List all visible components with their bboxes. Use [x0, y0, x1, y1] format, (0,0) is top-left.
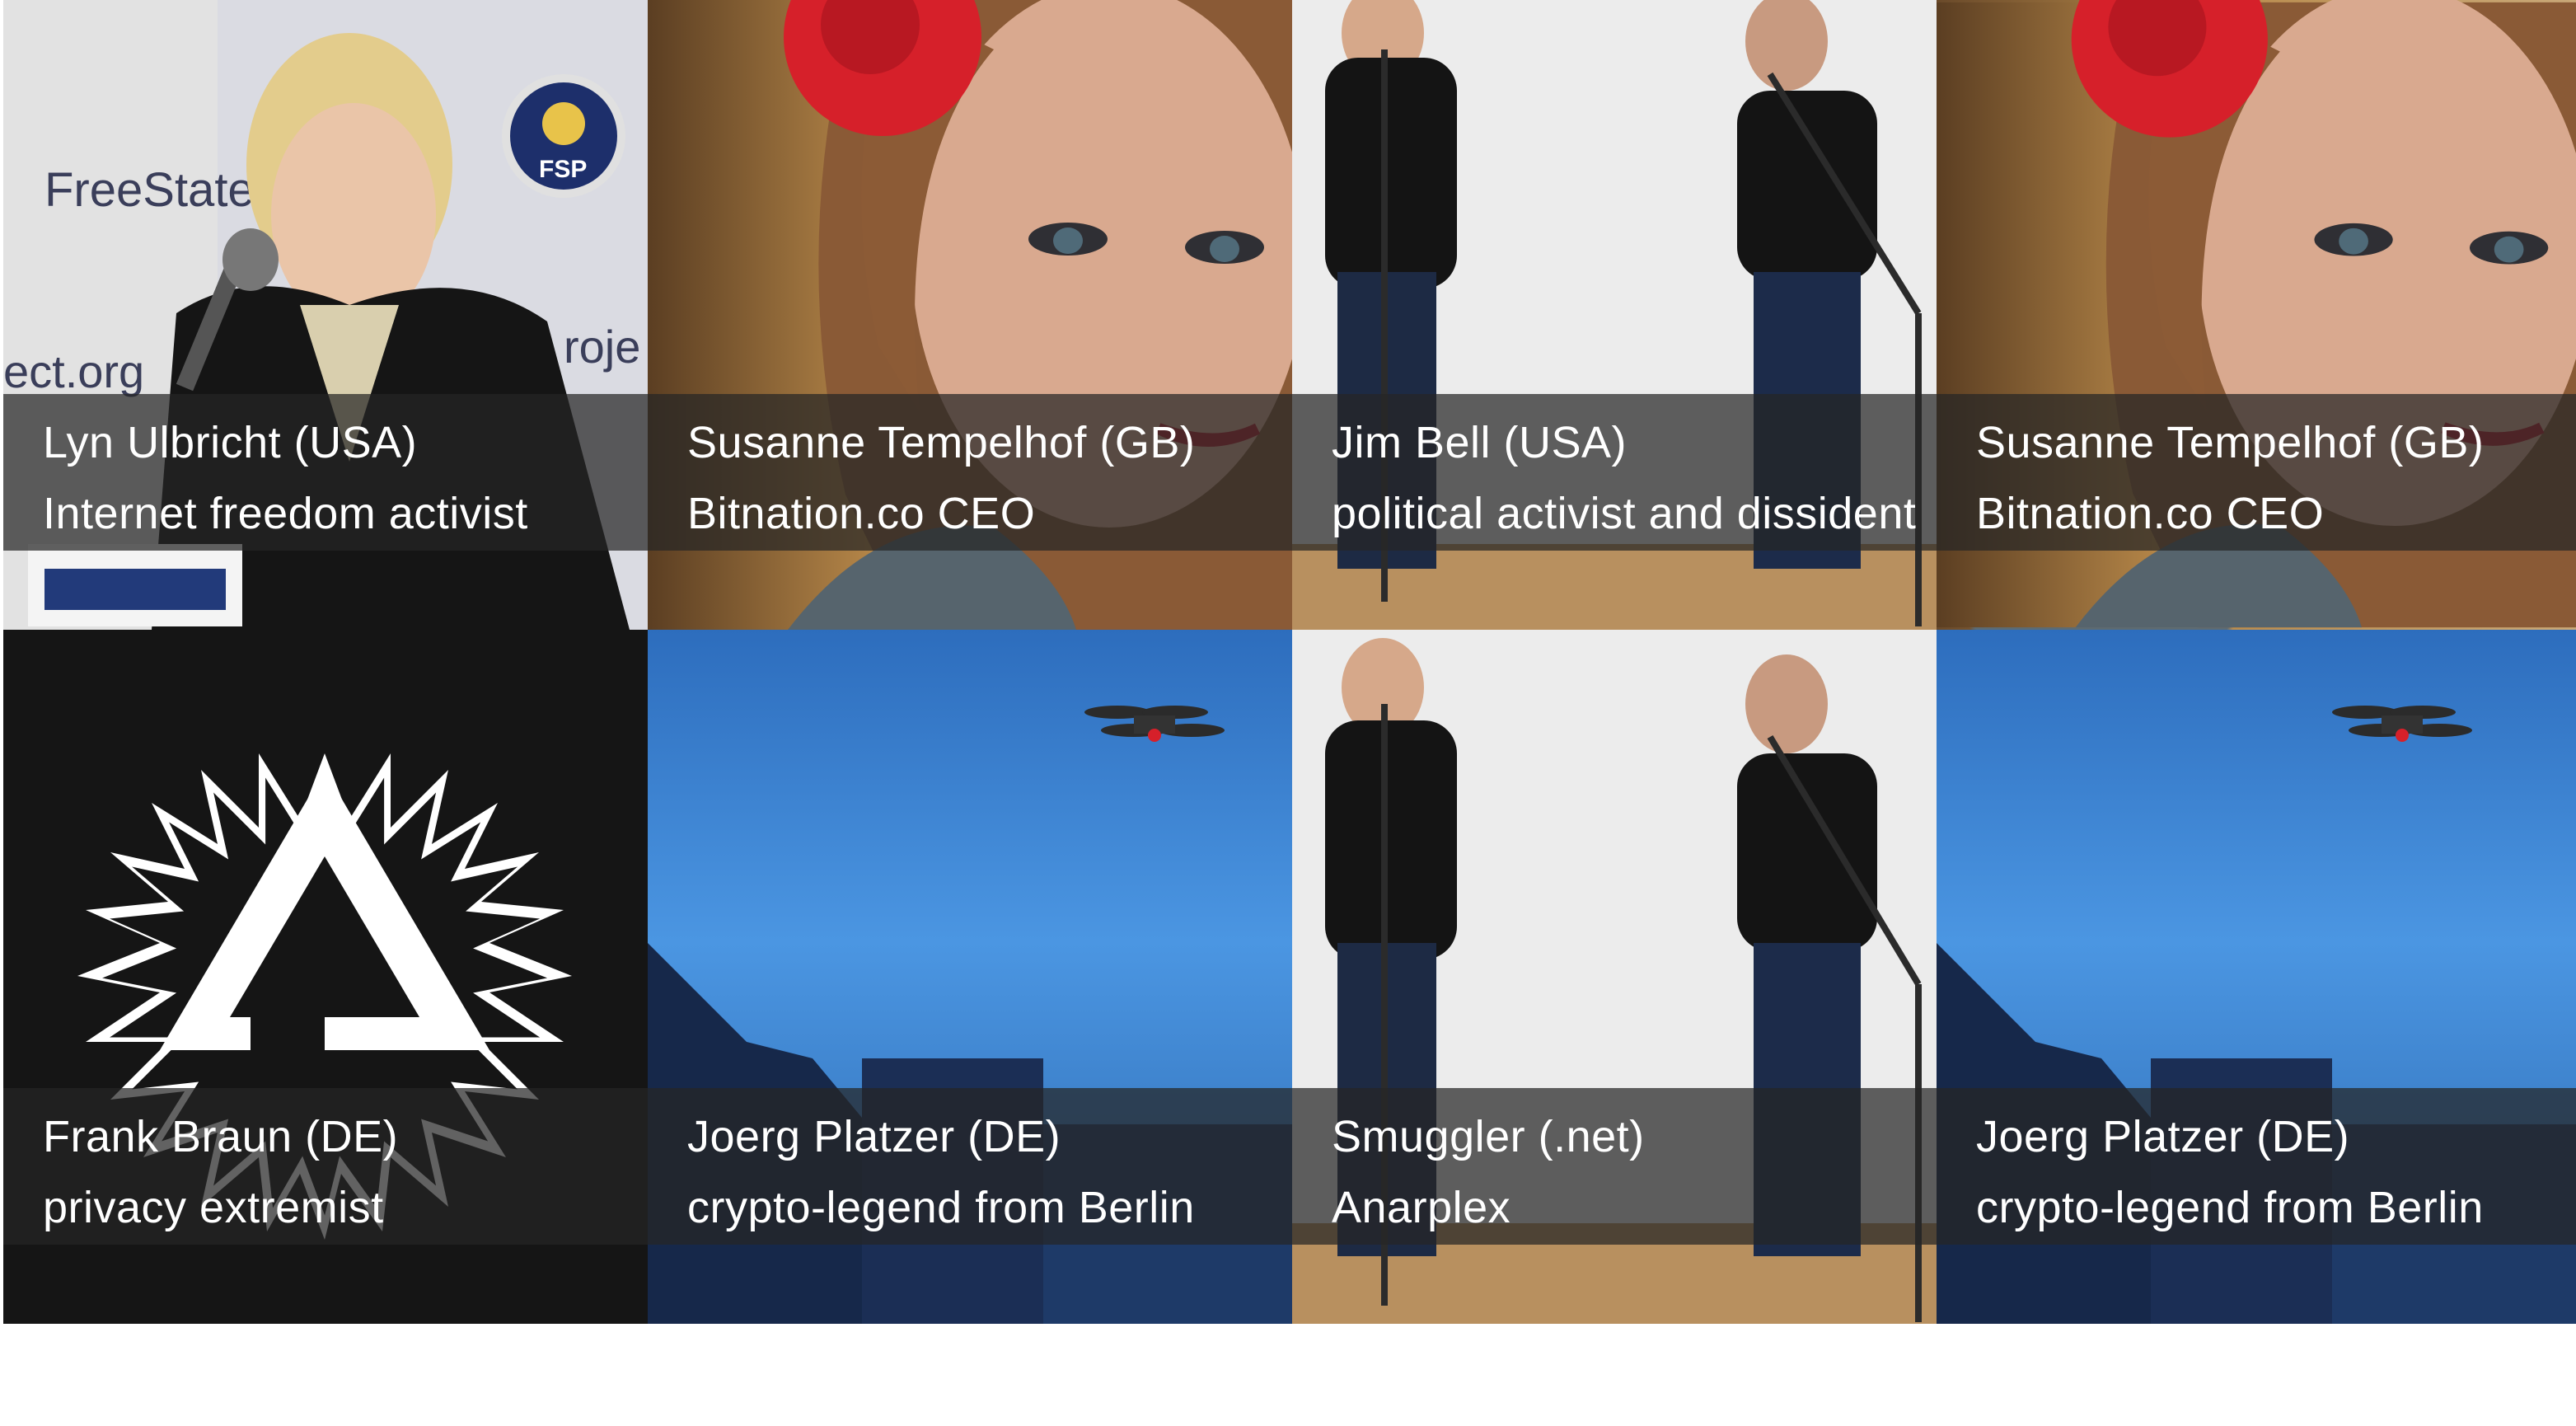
- speaker-role: crypto-legend from Berlin: [1976, 1183, 2484, 1232]
- speaker-name: Susanne Tempelhof (GB): [1976, 418, 2485, 467]
- speaker-name: Joerg Platzer (DE): [1976, 1112, 2350, 1161]
- speaker-role: political activist and dissident: [1332, 489, 1917, 538]
- speaker-tile-frank-braun[interactable]: Frank Braun (DE) privacy extremist: [3, 630, 648, 1324]
- speaker-grid: FreeState ect.org roje FSP Lyn Ulbricht …: [3, 0, 2576, 1324]
- speaker-caption: Joerg Platzer (DE) crypto-legend from Be…: [1937, 1088, 2576, 1245]
- speaker-name: Smuggler (.net): [1332, 1112, 1645, 1161]
- speaker-caption: Lyn Ulbricht (USA) Internet freedom acti…: [3, 394, 648, 551]
- speaker-role: Bitnation.co CEO: [687, 489, 1036, 538]
- speaker-caption: Joerg Platzer (DE) crypto-legend from Be…: [648, 1088, 1292, 1245]
- speaker-caption: Susanne Tempelhof (GB) Bitnation.co CEO: [1937, 394, 2576, 551]
- speaker-name: Susanne Tempelhof (GB): [687, 418, 1196, 467]
- banner-url: ect.org: [3, 345, 144, 397]
- speaker-tile-lyn-ulbricht[interactable]: FreeState ect.org roje FSP Lyn Ulbricht …: [3, 0, 648, 630]
- speaker-tile-susanne-tempelhof[interactable]: Susanne Tempelhof (GB) Bitnation.co CEO: [648, 0, 1292, 630]
- speaker-caption: Jim Bell (USA) political activist and di…: [1292, 394, 1937, 551]
- speaker-role: Anarplex: [1332, 1183, 1511, 1232]
- speaker-tile-joerg-platzer[interactable]: Joerg Platzer (DE) crypto-legend from Be…: [648, 630, 1292, 1324]
- speaker-name: Frank Braun (DE): [43, 1112, 399, 1161]
- speaker-name: Jim Bell (USA): [1332, 418, 1628, 467]
- banner-proj: roje: [564, 321, 640, 373]
- banner-text: FreeState: [44, 163, 255, 217]
- speaker-caption: Frank Braun (DE) privacy extremist: [3, 1088, 648, 1245]
- speaker-role: Internet freedom activist: [43, 489, 528, 538]
- speaker-tile-jim-bell[interactable]: Jim Bell (USA) political activist and di…: [1292, 0, 1937, 630]
- speaker-name: Lyn Ulbricht (USA): [43, 418, 418, 467]
- speaker-tile-susanne-tempelhof-2[interactable]: Susanne Tempelhof (GB) Bitnation.co CEO: [1937, 0, 2576, 630]
- speaker-role: Bitnation.co CEO: [1976, 489, 2325, 538]
- speaker-caption: Smuggler (.net) Anarplex: [1292, 1088, 1937, 1245]
- speaker-tile-smuggler[interactable]: Smuggler (.net) Anarplex: [1292, 630, 1937, 1324]
- speaker-name: Joerg Platzer (DE): [687, 1112, 1061, 1161]
- speaker-role: crypto-legend from Berlin: [687, 1183, 1195, 1232]
- speaker-caption: Susanne Tempelhof (GB) Bitnation.co CEO: [648, 394, 1292, 551]
- speaker-tile-joerg-platzer-2[interactable]: Joerg Platzer (DE) crypto-legend from Be…: [1937, 630, 2576, 1324]
- speaker-role: privacy extremist: [43, 1183, 384, 1232]
- svg-text:FSP: FSP: [539, 156, 587, 183]
